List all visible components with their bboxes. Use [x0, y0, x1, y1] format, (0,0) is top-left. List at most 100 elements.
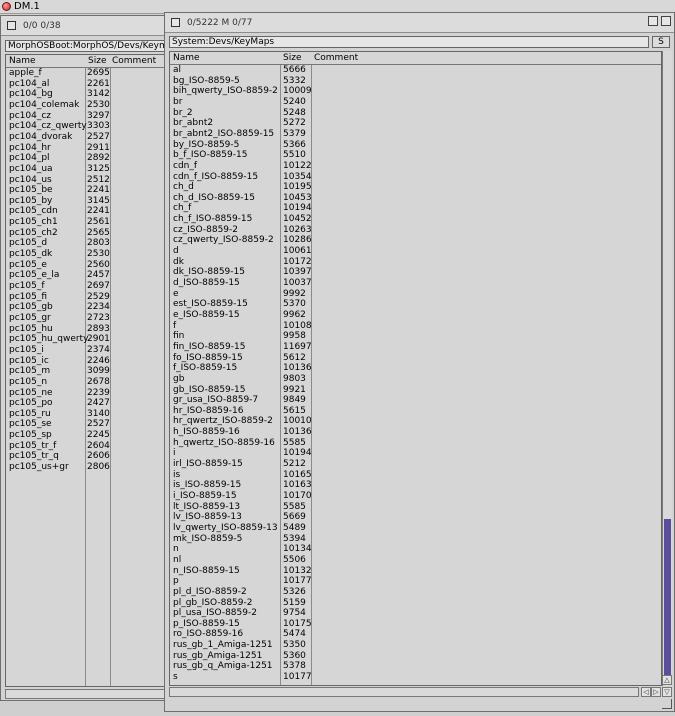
scroll-right-icon[interactable]: ▷ [651, 687, 661, 697]
list-item[interactable]: ch_f_ISO-8859-15 10452 [170, 214, 661, 225]
list-item[interactable]: h_qwertz_ISO-8859-16 5585 [170, 438, 661, 449]
list-item[interactable]: ch_d 10195 [170, 182, 661, 193]
list-item[interactable]: pc105_gr 2723 [6, 313, 172, 324]
list-item[interactable]: f_ISO-8859-15 10136 [170, 363, 661, 374]
list-item[interactable]: is_ISO-8859-15 10163 [170, 480, 661, 491]
list-item[interactable]: n_ISO-8859-15 10132 [170, 566, 661, 577]
column-header-size[interactable]: Size [283, 53, 301, 63]
list-item[interactable]: lv_ISO-8859-13 5669 [170, 512, 661, 523]
list-item[interactable]: pc105_by 3145 [6, 196, 172, 207]
list-item[interactable]: pc105_d 2803 [6, 238, 172, 249]
right-vertical-scrollbar[interactable] [662, 51, 672, 686]
depth-icon[interactable] [661, 16, 671, 26]
list-item[interactable]: mk_ISO-8859-5 5394 [170, 534, 661, 545]
left-path-field[interactable]: MorphOSBoot:MorphOS/Devs/Keymaps [5, 40, 171, 52]
list-item[interactable]: pc105_fi 2529 [6, 292, 172, 303]
list-item[interactable]: pc105_hu 2893 [6, 324, 172, 335]
list-item[interactable]: pc104_colemak 2530 [6, 100, 172, 111]
list-item[interactable]: cdn_f 10122 [170, 161, 661, 172]
list-item[interactable]: p 10177 [170, 576, 661, 587]
list-item[interactable]: i 10194 [170, 448, 661, 459]
list-item[interactable]: s 10177 [170, 672, 661, 683]
list-item[interactable]: pc105_e 2560 [6, 260, 172, 271]
zoom-icon[interactable] [648, 16, 658, 26]
list-item[interactable]: is 10165 [170, 470, 661, 481]
list-item[interactable]: pc105_se 2527 [6, 419, 172, 430]
list-item[interactable]: br_abnt2 5272 [170, 118, 661, 129]
list-item[interactable]: ch_d_ISO-8859-15 10453 [170, 193, 661, 204]
list-item[interactable]: pc104_cz 3297 [6, 111, 172, 122]
left-lister-window[interactable]: 0/0 0/38 MorphOSBoot:MorphOS/Devs/Keymap… [0, 15, 173, 701]
list-item[interactable]: pl_d_ISO-8859-2 5326 [170, 587, 661, 598]
list-item[interactable]: pc105_ic 2246 [6, 356, 172, 367]
list-item[interactable]: ro_ISO-8859-16 5474 [170, 629, 661, 640]
list-item[interactable]: fin 9958 [170, 331, 661, 342]
list-item[interactable]: bih_qwerty_ISO-8859-2 10009 [170, 86, 661, 97]
list-item[interactable]: cdn_f_ISO-8859-15 10354 [170, 172, 661, 183]
list-item[interactable]: e_ISO-8859-15 9962 [170, 310, 661, 321]
resize-handle-icon[interactable] [662, 699, 672, 709]
list-item[interactable]: cz_qwerty_ISO-8859-2 10286 [170, 235, 661, 246]
list-item[interactable]: h_ISO-8859-16 10136 [170, 427, 661, 438]
list-item[interactable]: pc105_tr_f 2604 [6, 441, 172, 452]
list-item[interactable]: pc105_gb 2234 [6, 302, 172, 313]
list-item[interactable]: gb_ISO-8859-15 9921 [170, 385, 661, 396]
list-item[interactable]: pc105_ch1 2561 [6, 217, 172, 228]
list-item[interactable]: p_ISO-8859-15 10175 [170, 619, 661, 630]
list-item[interactable]: nl 5506 [170, 555, 661, 566]
list-item[interactable]: pc105_dk 2530 [6, 249, 172, 260]
list-item[interactable]: gr_usa_ISO-8859-7 9849 [170, 395, 661, 406]
column-header-comment[interactable]: Comment [314, 53, 358, 63]
column-header-name[interactable]: Name [173, 53, 200, 63]
list-item[interactable]: i_ISO-8859-15 10170 [170, 491, 661, 502]
column-header-name[interactable]: Name [9, 56, 36, 66]
close-icon[interactable] [7, 21, 16, 30]
list-item[interactable]: br_2 5248 [170, 108, 661, 119]
list-item[interactable]: bg_ISO-8859-5 5332 [170, 76, 661, 87]
list-item[interactable]: hr_qwertz_ISO-8859-2 10010 [170, 416, 661, 427]
right-path-field[interactable]: System:Devs/KeyMaps [169, 36, 649, 48]
list-item[interactable]: rus_gb_q_Amiga-1251 5378 [170, 661, 661, 672]
list-item[interactable]: pc104_bg 3142 [6, 89, 172, 100]
list-item[interactable]: pc105_tr_q 2606 [6, 451, 172, 462]
list-item[interactable]: br 5240 [170, 97, 661, 108]
list-item[interactable]: dk_ISO-8859-15 10397 [170, 267, 661, 278]
list-item[interactable]: pc104_us 2512 [6, 175, 172, 186]
list-item[interactable]: rus_gb_1_Amiga-1251 5350 [170, 640, 661, 651]
list-item[interactable]: pc104_hr 2911 [6, 143, 172, 154]
list-item[interactable]: pc105_e_la 2457 [6, 270, 172, 281]
list-item[interactable]: pc104_al 2261 [6, 79, 172, 90]
list-item[interactable]: lv_qwerty_ISO-8859-13 5489 [170, 523, 661, 534]
list-item[interactable]: d 10061 [170, 246, 661, 257]
list-item[interactable]: pc104_cz_qwerty 3303 [6, 121, 172, 132]
list-item[interactable]: fo_ISO-8859-15 5612 [170, 353, 661, 364]
s-button[interactable]: S [652, 36, 670, 48]
list-item[interactable]: pc105_m 3099 [6, 366, 172, 377]
list-item[interactable]: fin_ISO-8859-15 11697 [170, 342, 661, 353]
list-item[interactable]: pl_usa_ISO-8859-2 9754 [170, 608, 661, 619]
list-item[interactable]: gb 9803 [170, 374, 661, 385]
list-item[interactable]: pc104_pl 2892 [6, 153, 172, 164]
scroll-left-icon[interactable]: ◁ [641, 687, 651, 697]
list-item[interactable]: pc105_ru 3140 [6, 409, 172, 420]
list-item[interactable]: n 10134 [170, 544, 661, 555]
list-item[interactable]: pc105_us+gr 2806 [6, 462, 172, 473]
list-item[interactable]: est_ISO-8859-15 5370 [170, 299, 661, 310]
right-window-titlebar[interactable]: 0/5222 M 0/77 [165, 13, 674, 33]
list-item[interactable]: ch_f 10194 [170, 203, 661, 214]
list-item[interactable]: pc104_dvorak 2527 [6, 132, 172, 143]
right-horizontal-scrollbar[interactable] [169, 687, 639, 697]
left-horizontal-scrollbar[interactable] [5, 689, 171, 699]
list-item[interactable]: f 10108 [170, 321, 661, 332]
list-item[interactable]: pc105_be 2241 [6, 185, 172, 196]
list-item[interactable]: pc105_ne 2239 [6, 388, 172, 399]
list-item[interactable]: pc105_f 2697 [6, 281, 172, 292]
list-item[interactable]: dk 10172 [170, 257, 661, 268]
list-item[interactable]: by_ISO-8859-5 5366 [170, 140, 661, 151]
scroll-knob[interactable] [664, 519, 671, 683]
scroll-down-icon[interactable]: ▽ [662, 687, 672, 697]
close-icon[interactable] [171, 18, 180, 27]
list-item[interactable]: br_abnt2_ISO-8859-15 5379 [170, 129, 661, 140]
list-item[interactable]: b_f_ISO-8859-15 5510 [170, 150, 661, 161]
left-file-list[interactable]: Name Size Comment apple_f 2695 pc104_al 226… [5, 54, 173, 687]
